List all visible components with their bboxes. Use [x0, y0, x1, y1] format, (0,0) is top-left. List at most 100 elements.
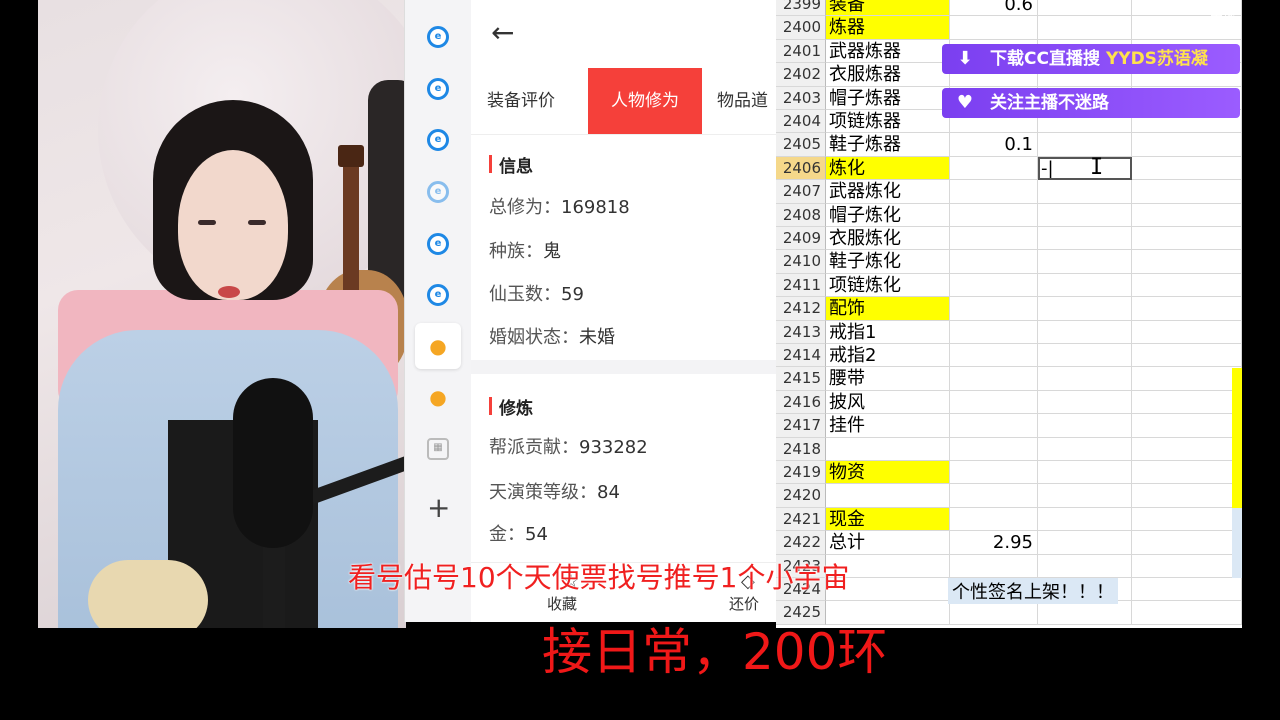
cell[interactable] — [1038, 367, 1132, 391]
sheet-row[interactable]: 2415 腰带 — [776, 367, 1242, 391]
row-number[interactable]: 2400 — [776, 16, 826, 40]
cell-label[interactable]: 配饰 — [826, 297, 950, 321]
row-number[interactable]: 2399 — [776, 0, 826, 17]
cell[interactable] — [1038, 484, 1132, 508]
row-number[interactable]: 2412 — [776, 297, 826, 321]
row-number[interactable]: 2422 — [776, 531, 826, 555]
arrow-left-icon[interactable]: ← — [491, 16, 514, 49]
cell[interactable] — [1132, 344, 1242, 368]
row-number[interactable]: 2405 — [776, 133, 826, 157]
sheet-row[interactable]: 2413 戒指1 — [776, 320, 1242, 344]
cell[interactable] — [1038, 437, 1132, 461]
sheet-row[interactable]: 2421 现金 — [776, 507, 1242, 532]
bargain-button[interactable]: 还价 — [729, 593, 759, 614]
row-number[interactable]: 2416 — [776, 390, 826, 415]
sheet-row[interactable]: 2407 武器炼化 — [776, 180, 1242, 204]
row-number[interactable]: 2407 — [776, 180, 826, 204]
cell-value[interactable] — [950, 437, 1038, 461]
sheet-row[interactable]: 2414 戒指2 — [776, 344, 1242, 368]
row-number[interactable]: 2401 — [776, 39, 826, 64]
cell-value[interactable] — [950, 180, 1038, 204]
cell-label[interactable]: 总计 — [826, 531, 950, 555]
cell-label[interactable]: 项链炼化 — [826, 273, 950, 298]
cell[interactable] — [1132, 507, 1242, 532]
cell[interactable] — [1132, 390, 1242, 415]
cell-value[interactable] — [950, 461, 1038, 485]
collect-button[interactable]: 收藏 — [547, 593, 577, 614]
cell-label[interactable]: 挂件 — [826, 414, 950, 438]
browser-icon[interactable]: e — [427, 78, 449, 100]
cell[interactable] — [1132, 367, 1242, 391]
cell-label[interactable]: 项链炼器 — [826, 110, 950, 134]
cell[interactable] — [1132, 578, 1242, 602]
cell[interactable] — [1132, 554, 1242, 578]
cell[interactable] — [1038, 133, 1132, 157]
browser-icon[interactable]: e — [427, 233, 449, 255]
cell[interactable] — [1132, 484, 1242, 508]
cell-label[interactable]: 装备 — [826, 0, 950, 17]
cell-value[interactable] — [950, 156, 1038, 181]
cell[interactable] — [1038, 414, 1132, 438]
cell[interactable] — [1132, 437, 1242, 461]
cell-label[interactable]: 披风 — [826, 390, 950, 415]
cell-value[interactable] — [950, 601, 1038, 625]
cell-label[interactable]: 帽子炼器 — [826, 86, 950, 110]
sheet-row[interactable]: 2409 衣服炼化 — [776, 227, 1242, 251]
cell-label[interactable]: 戒指2 — [826, 344, 950, 368]
sheet-row[interactable]: 2416 披风 — [776, 390, 1242, 415]
cell-value[interactable] — [950, 484, 1038, 508]
cell[interactable] — [1132, 180, 1242, 204]
cell[interactable] — [1038, 461, 1132, 485]
row-number[interactable]: 2404 — [776, 110, 826, 134]
cell-value[interactable]: 0.6 — [950, 0, 1038, 17]
cell[interactable] — [1132, 156, 1242, 181]
cell-label[interactable] — [826, 437, 950, 461]
cell-value[interactable] — [950, 554, 1038, 578]
cell-value[interactable] — [950, 367, 1038, 391]
cell-label[interactable]: 物资 — [826, 461, 950, 485]
sheet-row[interactable]: 2408 帽子炼化 — [776, 203, 1242, 227]
cell[interactable] — [1132, 531, 1242, 555]
cell-value[interactable] — [950, 344, 1038, 368]
cell-value[interactable]: 0.1 — [950, 133, 1038, 157]
tab-items[interactable]: 物品道 — [717, 68, 768, 134]
sheet-row[interactable]: 2400 炼器 — [776, 16, 1242, 40]
row-number[interactable]: 2418 — [776, 437, 826, 461]
cell[interactable] — [1038, 273, 1132, 298]
cell-value[interactable] — [950, 507, 1038, 532]
cell[interactable] — [1038, 0, 1132, 17]
cell[interactable] — [1038, 180, 1132, 204]
row-number[interactable]: 2410 — [776, 250, 826, 274]
cell[interactable] — [1038, 16, 1132, 40]
row-number[interactable]: 2421 — [776, 507, 826, 532]
cell-value[interactable] — [950, 297, 1038, 321]
cell[interactable] — [1038, 227, 1132, 251]
cell-label[interactable]: 现金 — [826, 507, 950, 532]
cell-label[interactable]: 武器炼器 — [826, 39, 950, 64]
cell-value[interactable] — [950, 414, 1038, 438]
add-icon[interactable]: + — [427, 494, 450, 522]
tab-equipment-rating[interactable]: 装备评价 — [487, 68, 555, 134]
sheet-row[interactable]: 2418 — [776, 437, 1242, 461]
row-number[interactable]: 2417 — [776, 414, 826, 438]
sheet-row[interactable]: 2417 挂件 — [776, 414, 1242, 438]
cell[interactable] — [1038, 390, 1132, 415]
sheet-row[interactable]: 2412 配饰 — [776, 297, 1242, 321]
cell-value[interactable] — [950, 273, 1038, 298]
sheet-row[interactable]: 2399 装备 0.6 — [776, 0, 1242, 17]
cell[interactable] — [1038, 531, 1132, 555]
game-bird-icon[interactable]: ● — [427, 335, 449, 357]
active-cell[interactable]: -| — [1038, 156, 1132, 181]
cell-label[interactable]: 衣服炼器 — [826, 63, 950, 87]
row-number[interactable]: 2411 — [776, 273, 826, 298]
sheet-row[interactable]: 2410 鞋子炼化 — [776, 250, 1242, 274]
cell-value[interactable] — [950, 320, 1038, 344]
cell-label[interactable]: 炼器 — [826, 16, 950, 40]
sheet-row[interactable]: 2422 总计 2.95 — [776, 531, 1242, 555]
browser-icon[interactable]: e — [427, 284, 449, 306]
app-grid-icon[interactable]: ▦ — [427, 438, 449, 460]
cell-label[interactable] — [826, 484, 950, 508]
browser-icon[interactable]: e — [427, 181, 449, 203]
sheet-row[interactable]: 2419 物资 — [776, 461, 1242, 485]
cell[interactable] — [1038, 344, 1132, 368]
